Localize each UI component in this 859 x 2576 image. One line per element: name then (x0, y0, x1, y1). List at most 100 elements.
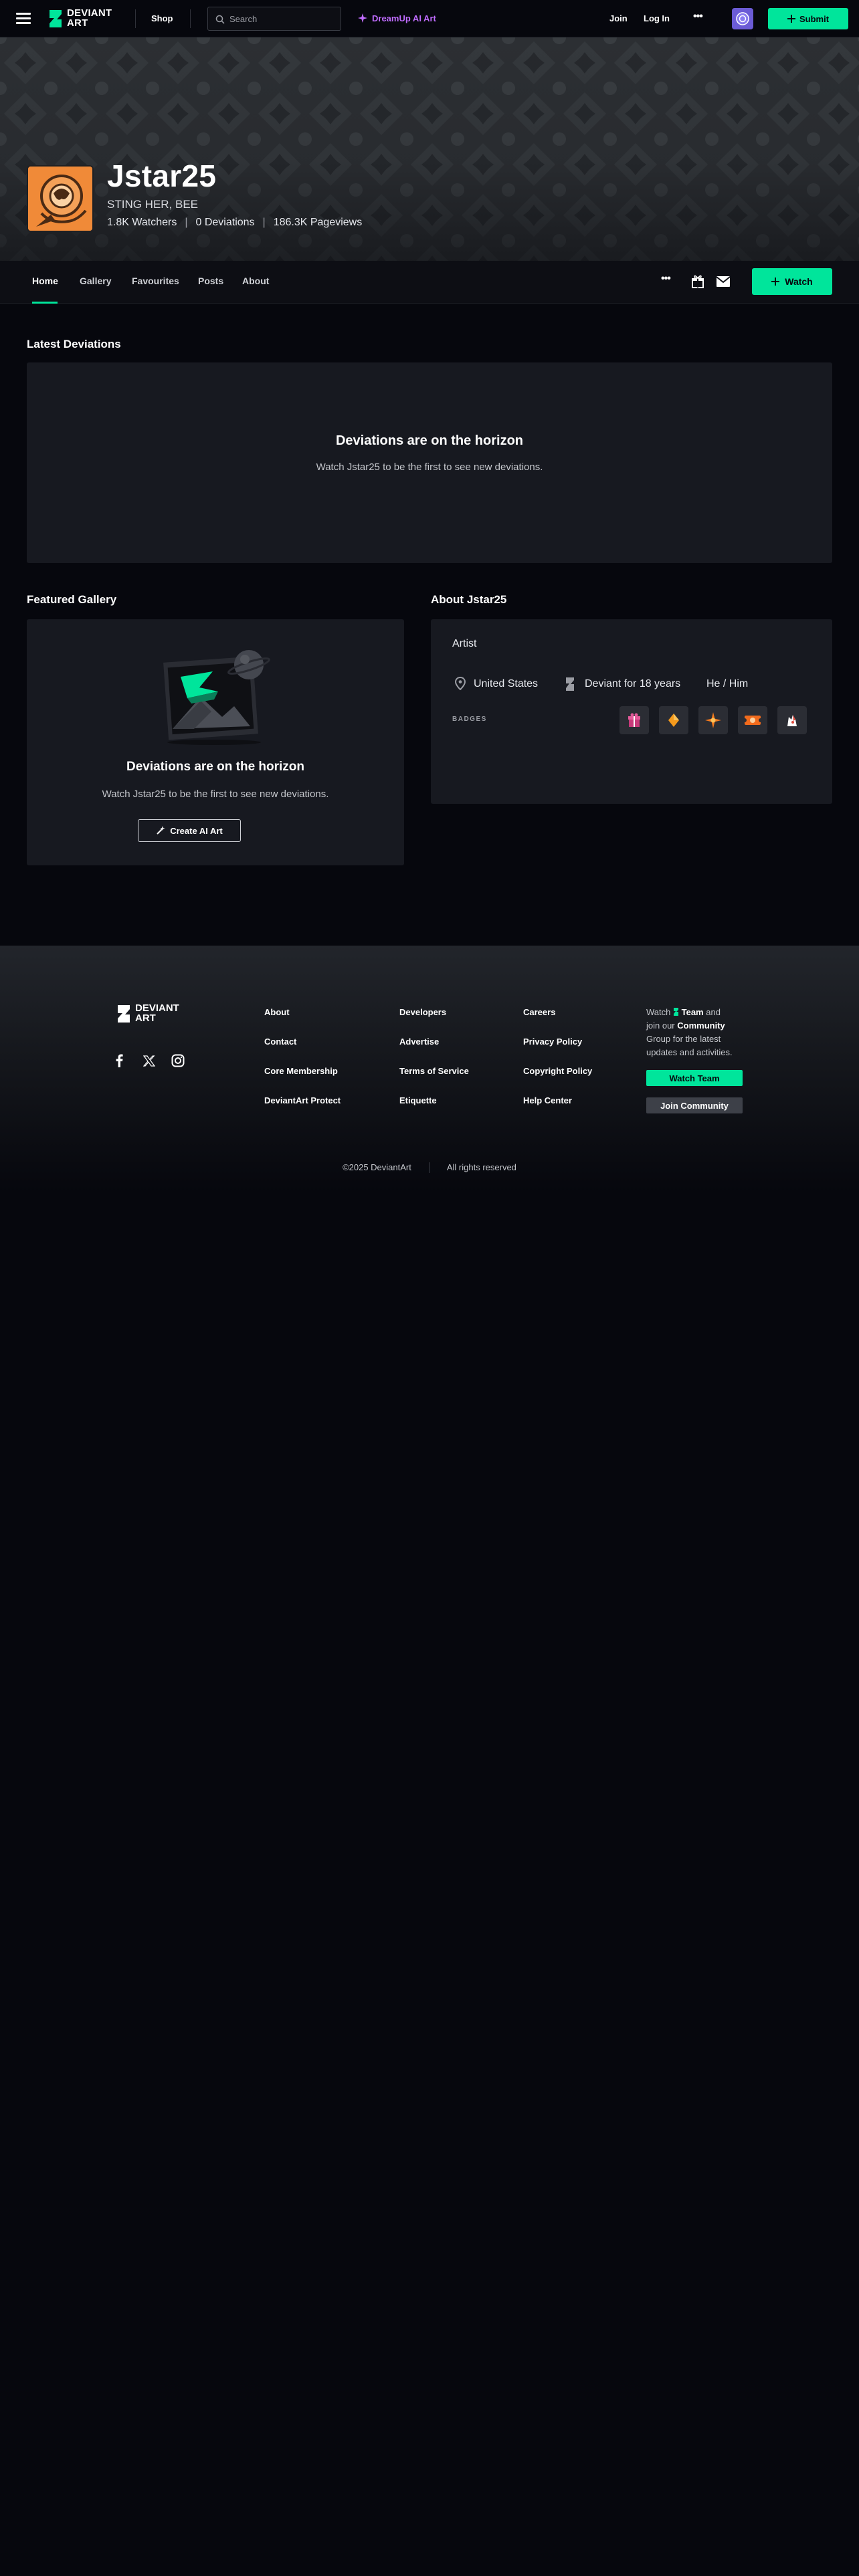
dreamup-label: DreamUp AI Art (372, 13, 436, 23)
pageviews-count: 186.3K Pageviews (273, 217, 363, 228)
site-footer: DEVIANT ART About Contact Core Membershi… (0, 946, 859, 1193)
tab-posts[interactable]: Posts (198, 276, 223, 286)
location-pin-icon (455, 677, 466, 690)
rights-text: All rights reserved (446, 1162, 516, 1172)
search-icon (215, 15, 225, 24)
latest-empty-subtitle: Watch Jstar25 to be the first to see new… (316, 461, 543, 473)
tab-favourites[interactable]: Favourites (132, 276, 179, 286)
copyright-bar: ©2025 DeviantArt All rights reserved (0, 1162, 859, 1173)
deviations-count[interactable]: 0 Deviations (196, 217, 255, 229)
shop-link[interactable]: Shop (151, 13, 173, 23)
badge-fox[interactable] (777, 706, 807, 734)
badge-star[interactable] (698, 706, 728, 734)
latest-deviations-panel: Deviations are on the horizon Watch Jsta… (27, 362, 832, 563)
footer-link-careers[interactable]: Careers (523, 1007, 555, 1017)
top-navigation-bar: DEVIANT ART Shop DreamUp AI Art Join Log… (0, 0, 859, 37)
empty-gallery-illustration (163, 650, 270, 745)
deviantart-logo[interactable]: DEVIANT ART (48, 8, 122, 29)
team-logo-icon (673, 1008, 678, 1016)
footer-logo-line2: ART (135, 1012, 156, 1024)
about-location: United States (474, 678, 539, 689)
badge-points[interactable] (659, 706, 688, 734)
badge-gift[interactable] (619, 706, 649, 734)
footer-link-protect[interactable]: DeviantArt Protect (264, 1095, 341, 1105)
tab-home[interactable]: Home (32, 276, 58, 286)
magic-wand-icon (157, 826, 165, 835)
footer-link-etiquette[interactable]: Etiquette (399, 1095, 437, 1105)
profile-avatar[interactable] (27, 165, 94, 232)
submit-label: Submit (799, 13, 830, 24)
dreamup-avatar-button[interactable] (732, 8, 753, 29)
watch-button[interactable]: Watch (752, 268, 832, 295)
facebook-icon[interactable] (115, 1054, 123, 1067)
about-member-since: Deviant for 18 years (585, 678, 681, 689)
divider (135, 9, 136, 28)
tab-gallery[interactable]: Gallery (80, 276, 111, 286)
login-link[interactable]: Log In (644, 13, 670, 23)
footer-link-terms[interactable]: Terms of Service (399, 1066, 469, 1076)
footer-link-contact[interactable]: Contact (264, 1037, 296, 1047)
logo-wordmark-line1: DEVIANT (67, 7, 112, 19)
badges-label: BADGES (452, 716, 487, 723)
search-input[interactable] (229, 7, 337, 30)
promo-rest: Group for the latest updates and activit… (646, 1034, 733, 1057)
message-icon[interactable] (716, 276, 731, 288)
footer-link-help-center[interactable]: Help Center (523, 1095, 572, 1105)
ticket-badge-icon (744, 716, 761, 725)
footer-logo-line1: DEVIANT (135, 1002, 179, 1014)
featured-empty-subtitle: Watch Jstar25 to be the first to see new… (102, 788, 329, 800)
footer-link-core-membership[interactable]: Core Membership (264, 1066, 338, 1076)
divider (190, 9, 191, 28)
promo-team[interactable]: Team (682, 1007, 704, 1017)
dreamup-face-icon (736, 12, 749, 25)
more-menu-icon[interactable]: ••• (693, 11, 703, 23)
profile-stats: 1.8K Watchers | 0 Deviations | 186.3K Pa… (107, 217, 362, 229)
promo-and: and (706, 1007, 721, 1017)
promo-join: join our (646, 1021, 675, 1031)
footer-deviantart-logo[interactable]: DEVIANT ART (116, 1003, 190, 1025)
divider (428, 1162, 430, 1173)
badge-llama[interactable] (738, 706, 767, 734)
stat-separator: | (262, 217, 266, 228)
instagram-icon[interactable] (171, 1054, 185, 1067)
about-role: Artist (452, 638, 477, 649)
watch-team-button[interactable]: Watch Team (646, 1070, 743, 1086)
tab-about[interactable]: About (242, 276, 269, 286)
latest-deviations-title: Latest Deviations (27, 338, 121, 350)
footer-link-advertise[interactable]: Advertise (399, 1037, 439, 1047)
footer-link-developers[interactable]: Developers (399, 1007, 446, 1017)
plus-icon (787, 15, 795, 23)
submit-button[interactable]: Submit (768, 8, 848, 29)
create-ai-art-button[interactable]: Create AI Art (138, 819, 241, 842)
fox-badge-icon (787, 715, 797, 726)
x-twitter-icon[interactable] (143, 1055, 155, 1067)
deviantart-logo-icon (50, 10, 62, 27)
copyright-text: ©2025 DeviantArt (343, 1162, 411, 1172)
join-link[interactable]: Join (609, 13, 628, 23)
hamburger-menu-icon[interactable] (16, 11, 32, 26)
footer-promo-text: Watch Team and join our Community Group … (646, 1006, 747, 1059)
avatar-image (28, 167, 92, 231)
search-box[interactable] (207, 7, 341, 31)
profile-username: Jstar25 (107, 158, 217, 193)
promo-community[interactable]: Community (677, 1021, 725, 1031)
footer-link-about[interactable]: About (264, 1007, 290, 1017)
watchers-count[interactable]: 1.8K Watchers (107, 217, 177, 229)
stat-separator: | (185, 217, 188, 228)
promo-watch: Watch (646, 1007, 671, 1017)
create-ai-art-label: Create AI Art (170, 825, 223, 836)
watch-label: Watch (785, 276, 813, 287)
plus-icon (771, 278, 780, 286)
more-options-icon[interactable]: ••• (661, 273, 671, 285)
deviantart-logo-icon (118, 1005, 130, 1023)
footer-link-copyright-policy[interactable]: Copyright Policy (523, 1066, 592, 1076)
sparkle-icon (358, 13, 367, 23)
gift-icon[interactable] (690, 274, 705, 289)
join-community-button[interactable]: Join Community (646, 1097, 743, 1113)
footer-link-privacy[interactable]: Privacy Policy (523, 1037, 582, 1047)
about-pronouns: He / Him (706, 678, 749, 689)
dreamup-link[interactable]: DreamUp AI Art (357, 13, 436, 23)
latest-empty-title: Deviations are on the horizon (335, 433, 524, 448)
about-title: About Jstar25 (431, 593, 507, 606)
logo-wordmark-line2: ART (67, 17, 88, 29)
